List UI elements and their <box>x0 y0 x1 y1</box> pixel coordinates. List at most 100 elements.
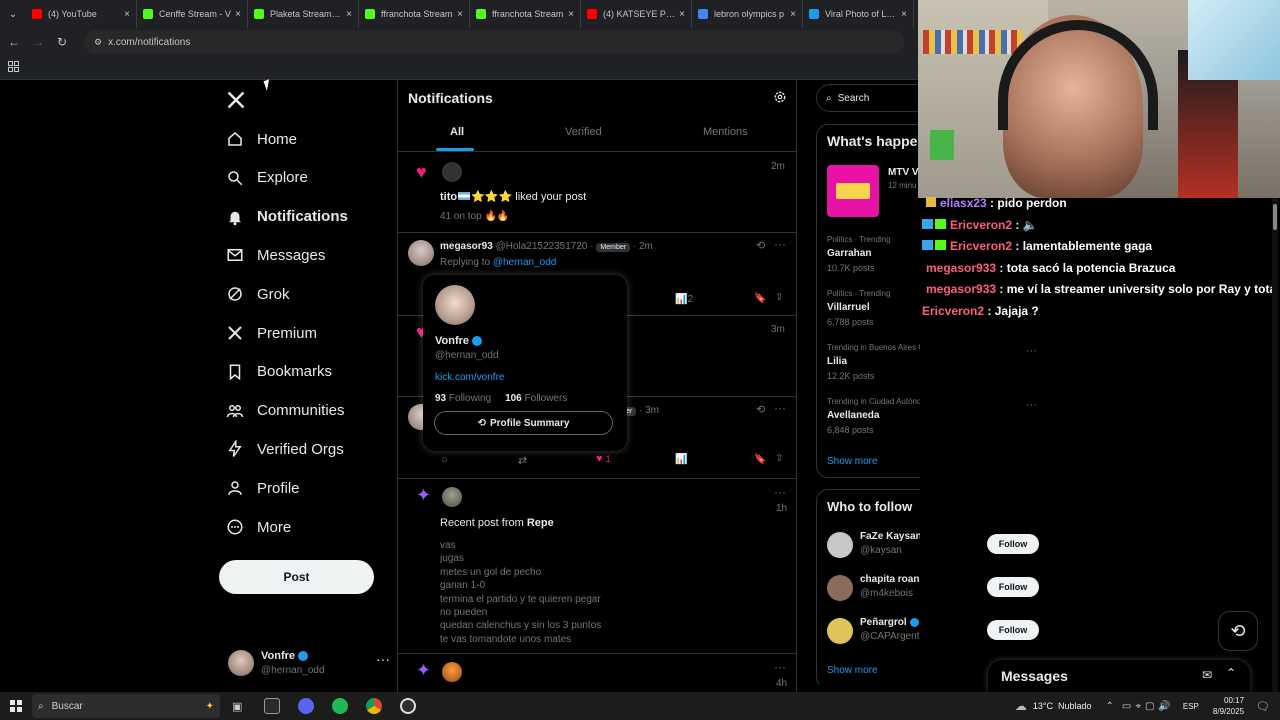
follow-suggestion[interactable]: chapita roan @m4kebois <box>827 573 920 605</box>
browser-tab[interactable]: (4) YouTube × <box>26 0 137 28</box>
event-title[interactable]: MTV V <box>888 167 919 178</box>
trend-item[interactable]: Politics · Trending Garrahan 10.7K posts <box>827 235 920 273</box>
nav-item-premium[interactable]: Premium <box>226 318 317 348</box>
nav-item-bookmarks[interactable]: Bookmarks <box>226 357 332 387</box>
grok-icon[interactable]: ⟲ <box>756 403 765 416</box>
avatar[interactable] <box>442 662 462 682</box>
browser-tab[interactable]: Viral Photo of LeB × <box>803 0 914 28</box>
followers-count[interactable]: 106 <box>505 393 522 404</box>
reply-icon[interactable]: ○ <box>441 454 448 466</box>
hovercard-avatar[interactable] <box>435 285 475 325</box>
tab-mentions[interactable]: Mentions <box>703 126 748 138</box>
nav-item-grok[interactable]: Grok <box>226 279 290 309</box>
notification-recent-post[interactable]: ✦ ··· 1h Recent post from Repe vas jugas m… <box>398 479 796 653</box>
hovercard-name[interactable]: Vonfre <box>435 335 469 347</box>
recent-post-author[interactable]: Repe <box>527 517 554 529</box>
search-input[interactable]: ⌕ Search <box>816 84 920 112</box>
messages-drawer[interactable]: Messages ✉ ⌃ <box>988 660 1250 692</box>
more-dots-icon[interactable]: ··· <box>376 651 390 667</box>
tab-close-icon[interactable]: × <box>679 9 685 20</box>
nav-item-notifications[interactable]: Notifications <box>226 202 348 232</box>
settings-gear-icon[interactable] <box>773 90 787 104</box>
avatar[interactable] <box>442 487 462 507</box>
share-icon[interactable]: ⇪ <box>775 292 783 303</box>
page-scrollbar[interactable] <box>1272 198 1278 692</box>
tab-search-icon[interactable]: ⌄ <box>0 0 26 28</box>
grok-icon[interactable]: ⟲ <box>756 239 765 252</box>
browser-tab[interactable]: Plaketa Stream - V × <box>248 0 359 28</box>
site-info-icon[interactable]: ⚙ <box>94 37 102 48</box>
tab-close-icon[interactable]: × <box>901 9 907 20</box>
weather-icon[interactable]: ☁ <box>1015 699 1027 713</box>
forward-icon[interactable]: → <box>26 35 50 49</box>
tab-close-icon[interactable]: × <box>235 9 241 20</box>
discord-icon[interactable] <box>298 698 315 714</box>
windows-start-icon[interactable] <box>10 700 22 712</box>
avatar[interactable] <box>827 618 853 644</box>
post-button[interactable]: Post <box>219 560 374 594</box>
tray-chevron-icon[interactable]: ⌃ <box>1106 701 1114 712</box>
repost-icon[interactable]: ⇄ <box>518 454 527 467</box>
browser-tab[interactable]: lebron olympics p × <box>692 0 803 28</box>
account-switcher[interactable]: Vonfre @hernan_odd ··· <box>226 647 390 683</box>
hovercard-link[interactable]: kick.com/vonfre <box>435 372 504 383</box>
language-indicator[interactable]: ESP <box>1183 702 1199 711</box>
trend-item[interactable]: Trending in Ciudad Autónoma de Buenos Ai… <box>827 397 920 435</box>
tray-icons[interactable]: ▭⌖▢🔊 <box>1122 701 1175 712</box>
trend-item[interactable]: Trending in Buenos Aires City Region Lili… <box>827 343 920 381</box>
x-logo-icon[interactable] <box>226 90 246 110</box>
follow-suggestion[interactable]: Peñargrol @CAPArgento__ <box>827 616 920 648</box>
avatar[interactable] <box>827 532 853 558</box>
tab-close-icon[interactable]: × <box>124 9 130 20</box>
tab-close-icon[interactable]: × <box>790 9 796 20</box>
nav-item-messages[interactable]: Messages <box>226 240 325 270</box>
spotify-icon[interactable] <box>332 698 349 714</box>
tab-close-icon[interactable]: × <box>457 9 463 20</box>
nav-item-more[interactable]: More <box>226 512 291 542</box>
nav-item-profile[interactable]: Profile <box>226 473 300 503</box>
browser-tab[interactable]: ffranchota Stream × <box>359 0 470 28</box>
avatar[interactable] <box>442 162 462 182</box>
apps-grid-icon[interactable] <box>8 61 19 72</box>
url-bar[interactable]: ⚙ x.com/notifications <box>84 30 904 54</box>
show-more-link[interactable]: Show more <box>827 665 878 676</box>
views-icon[interactable]: 📊 <box>675 454 687 465</box>
task-view-icon[interactable]: ▣ <box>232 700 242 713</box>
browser-tab[interactable]: (4) KATSEYE Perfo × <box>581 0 692 28</box>
notification-center-icon[interactable]: 🗨 <box>1256 700 1270 713</box>
back-icon[interactable]: ← <box>2 35 26 49</box>
browser-tab[interactable]: ffranchota Stream × <box>470 0 581 28</box>
new-message-icon[interactable]: ✉ <box>1202 668 1212 682</box>
bookmark-icon[interactable]: 🔖 <box>754 454 766 465</box>
tab-all[interactable]: All <box>450 126 464 138</box>
liker-name[interactable]: tito <box>440 191 457 203</box>
trend-item[interactable]: Politics · Trending Villarruel 6,788 posts <box>827 289 920 327</box>
avatar[interactable] <box>408 240 434 266</box>
nav-item-home[interactable]: Home <box>226 124 297 154</box>
avatar[interactable] <box>827 575 853 601</box>
expand-icon[interactable]: ⌃ <box>1226 666 1236 680</box>
reload-icon[interactable]: ↻ <box>50 35 74 49</box>
tab-verified[interactable]: Verified <box>565 126 602 138</box>
notification-like[interactable]: ♥ tito ⭐⭐⭐ liked your post 41 on top 🔥🔥 2… <box>398 152 796 232</box>
taskbar-search[interactable]: ⌕ Buscar ✦ <box>32 694 220 718</box>
reply-author-handle[interactable]: @Hola21522351720 <box>496 241 588 252</box>
mention-link[interactable]: @hernan_odd <box>493 257 557 268</box>
profile-summary-button[interactable]: ⟲ Profile Summary <box>434 411 613 435</box>
tab-close-icon[interactable]: × <box>346 9 352 20</box>
notification-recent-post-2[interactable]: ✦ ··· 4h <box>398 654 796 692</box>
event-thumbnail[interactable] <box>827 165 879 217</box>
suggestion-name[interactable]: chapita roan <box>860 574 919 585</box>
following-count[interactable]: 93 <box>435 393 446 404</box>
suggestion-name[interactable]: Peñargrol <box>860 617 907 628</box>
bookmark-icon[interactable]: 🔖 <box>754 293 766 304</box>
show-more-link[interactable]: Show more <box>827 456 878 467</box>
tab-close-icon[interactable]: × <box>568 9 574 20</box>
more-dots-icon[interactable]: ··· <box>774 401 786 415</box>
suggestion-name[interactable]: FaZe Kaysan <box>860 531 920 542</box>
suggestion-handle[interactable]: @CAPArgento__ <box>860 631 920 642</box>
nav-item-verified-orgs[interactable]: Verified Orgs <box>226 434 344 464</box>
share-icon[interactable]: ⇪ <box>775 453 783 464</box>
obs-icon[interactable] <box>400 698 417 714</box>
suggestion-handle[interactable]: @m4kebois <box>860 588 913 599</box>
